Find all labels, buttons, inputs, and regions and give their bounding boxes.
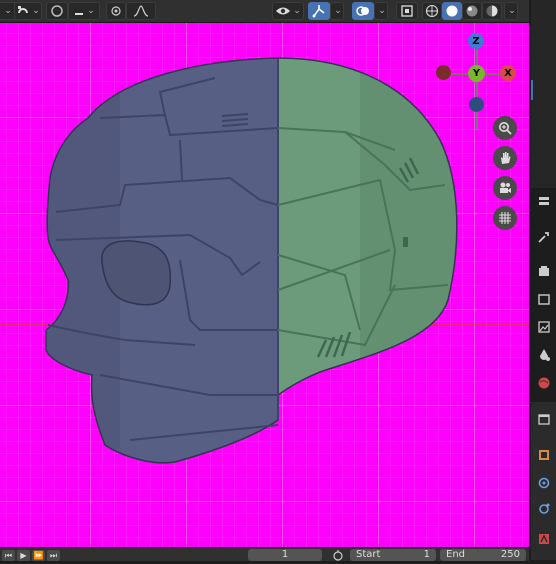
shading-dropdown[interactable]: ⌄ (504, 2, 518, 20)
tool-tab[interactable] (535, 192, 553, 210)
jump-start-icon: ⏮ (4, 550, 13, 560)
outliner-selection-marker (531, 80, 533, 100)
xray-icon (401, 5, 413, 17)
gizmo-x-button[interactable]: X (500, 65, 516, 81)
modifier-tab[interactable] (535, 474, 553, 492)
rendered-shading-button[interactable] (482, 2, 502, 20)
solid-shading-button[interactable] (442, 2, 462, 20)
xray-toggle[interactable] (396, 2, 418, 20)
pan-button[interactable] (493, 146, 517, 170)
gizmo-neg-z-button[interactable] (469, 97, 484, 112)
object-icon (539, 450, 549, 460)
wireframe-icon (425, 4, 439, 18)
object-tab[interactable] (535, 446, 553, 464)
overlay-dropdown[interactable]: ⌄ (374, 2, 388, 20)
start-frame-field[interactable]: Start 1 (350, 549, 436, 561)
overlay-toggle[interactable] (352, 2, 374, 20)
current-frame-field[interactable]: 1 (248, 549, 322, 561)
output-icon (538, 294, 550, 305)
render-icon (539, 266, 549, 276)
solid-icon (446, 5, 458, 17)
eye-icon (276, 7, 291, 15)
jump-end-icon: ⏭ (49, 550, 58, 560)
play-icon: ▶ (20, 551, 27, 560)
jump-start-button[interactable]: ⏮ (2, 550, 15, 561)
collection-tab[interactable] (535, 410, 553, 428)
camera-view-button[interactable] (493, 176, 517, 200)
pivot-dropdown[interactable]: ⌄ (68, 2, 100, 20)
physics-icon (539, 534, 549, 544)
world-tab[interactable] (535, 374, 553, 392)
view-layer-icon (538, 321, 550, 333)
chevron-down-icon: ⌄ (4, 6, 12, 16)
outliner-edge (531, 0, 556, 188)
zoom-icon (499, 122, 512, 135)
next-keyframe-icon: ⏩ (33, 551, 44, 560)
falloff-dropdown[interactable] (126, 2, 156, 20)
chevron-down-icon: ⌄ (334, 6, 342, 16)
viewport-header: ⌄ ⌄ ⌄ ⌄ ⌄ ⌄ ⌄ (0, 0, 529, 23)
magnet-icon (18, 6, 29, 14)
snap-dropdown[interactable]: ⌄ (14, 2, 42, 20)
start-frame-label: Start (356, 549, 381, 560)
next-keyframe-button[interactable]: ⏩ (32, 550, 45, 561)
timeline-header: ⏮ ▶ ⏩ ⏭ 1 Start 1 End 250 (0, 547, 529, 561)
particles-tab[interactable] (535, 500, 553, 518)
stopwatch-icon[interactable] (332, 549, 346, 561)
gizmo-z-axis-line (476, 49, 478, 129)
physics-tab[interactable] (535, 530, 553, 548)
grid-ortho-icon (499, 212, 511, 224)
proportional-editing-button[interactable] (46, 2, 68, 20)
wrench-icon (538, 232, 549, 243)
chevron-down-icon: ⌄ (87, 6, 95, 16)
scene-icon (540, 349, 550, 361)
ortho-toggle-button[interactable] (493, 206, 517, 230)
material-shading-button[interactable] (462, 2, 482, 20)
start-frame-value: 1 (423, 549, 430, 560)
gizmo-y-button[interactable]: Y (468, 65, 485, 82)
chevron-down-icon: ⌄ (32, 6, 40, 16)
gizmo-neg-x-button[interactable] (436, 65, 451, 80)
proportional-icon (51, 5, 63, 17)
gizmo-toggle[interactable] (308, 2, 330, 20)
collection-icon (538, 414, 550, 425)
render-tab[interactable] (535, 262, 553, 280)
view-layer-tab[interactable] (535, 318, 553, 336)
falloff-icon (133, 5, 149, 17)
material-icon (466, 5, 478, 17)
camera-icon (500, 182, 511, 193)
tool-icon (539, 197, 549, 205)
pivot-icon (75, 13, 84, 15)
proportional-dot-icon (111, 6, 121, 16)
active-tool-tab[interactable] (535, 228, 553, 246)
output-tab[interactable] (535, 290, 553, 308)
proportional-toggle[interactable] (106, 2, 126, 20)
particles-icon (539, 503, 550, 514)
chevron-down-icon: ⌄ (293, 6, 301, 16)
gizmo-z-button[interactable]: Z (468, 33, 484, 49)
chevron-down-icon: ⌄ (508, 6, 516, 16)
modifier-icon (538, 477, 550, 489)
properties-tab-strip (529, 0, 556, 560)
helmet-model[interactable] (0, 23, 529, 547)
3d-viewport[interactable]: Z Y X (0, 23, 529, 547)
end-frame-value: 250 (500, 549, 520, 560)
world-icon (538, 377, 550, 389)
jump-end-button[interactable]: ⏭ (47, 550, 60, 561)
end-frame-label: End (446, 549, 466, 560)
end-frame-field[interactable]: End 250 (440, 549, 526, 561)
gizmo-dropdown[interactable]: ⌄ (330, 2, 344, 20)
hand-pan-icon (501, 152, 511, 164)
overlay-icon (356, 6, 369, 16)
rendered-icon (486, 5, 498, 17)
wireframe-shading-button[interactable] (422, 2, 442, 20)
zoom-button[interactable] (493, 116, 517, 140)
scene-tab[interactable] (535, 346, 553, 364)
gizmo-icon (312, 5, 325, 18)
chevron-down-icon: ⌄ (378, 6, 386, 16)
play-button[interactable]: ▶ (17, 550, 30, 561)
visibility-dropdown[interactable]: ⌄ (272, 2, 304, 20)
